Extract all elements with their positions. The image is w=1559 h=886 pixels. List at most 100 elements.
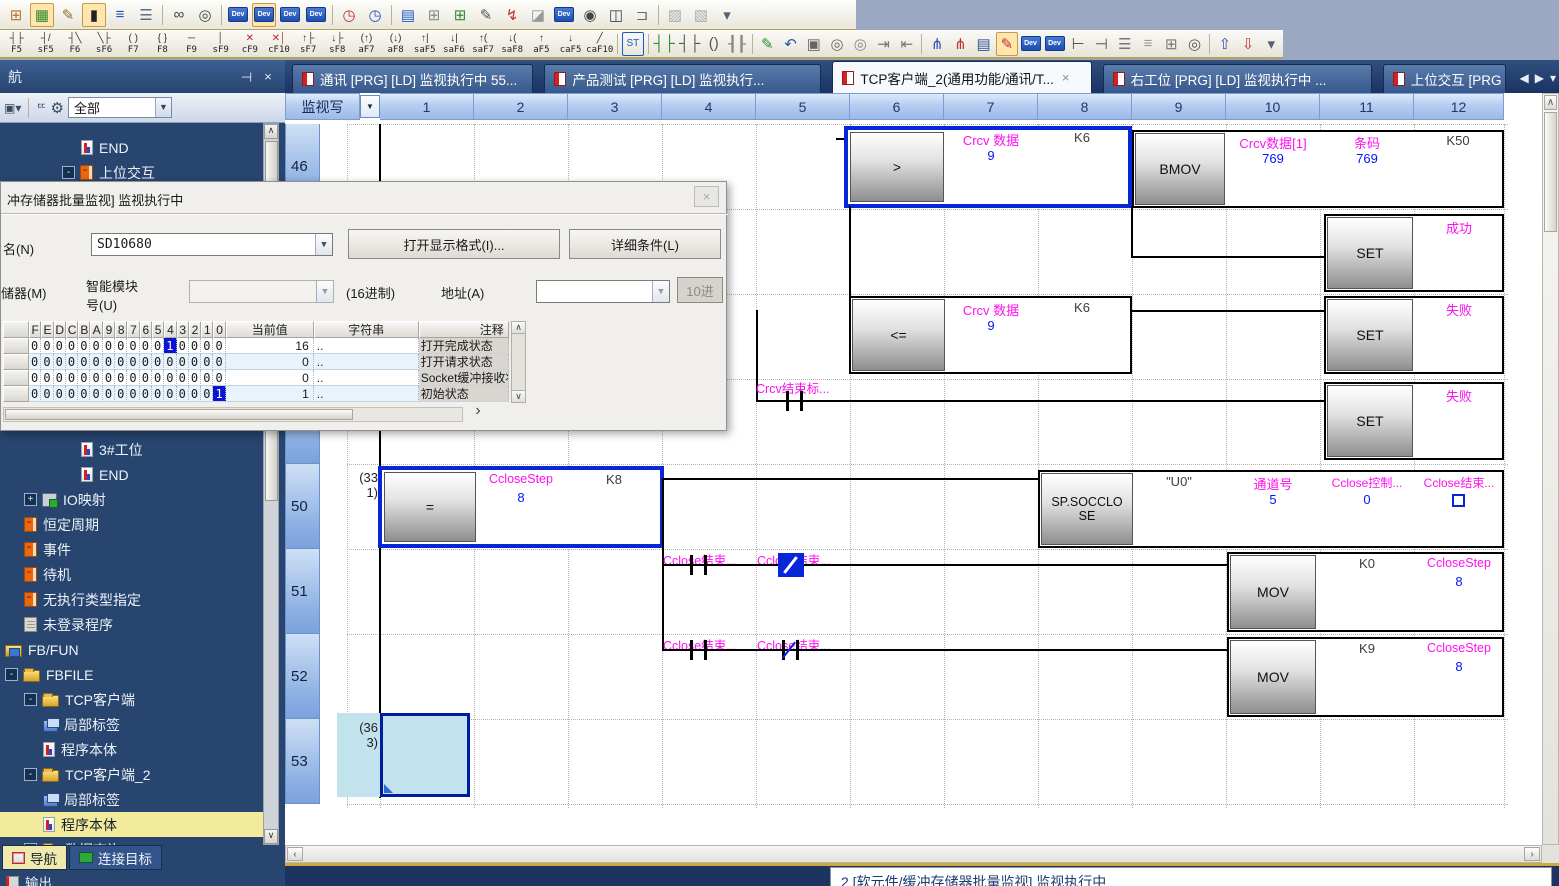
print-wire-icon[interactable]: ┤├ [678, 32, 701, 56]
simulation-icon[interactable]: ⊐ [630, 3, 654, 27]
intelligent-module-icon[interactable]: ▮ [82, 3, 106, 27]
ladder-tool-caF10[interactable]: ╱caF10 [586, 31, 613, 57]
chevron-down-icon[interactable]: ▼ [315, 234, 332, 255]
document-tab-4[interactable]: 右工位 [PRG] [LD] 监视执行中 ... [1103, 64, 1372, 93]
tree-item-待机[interactable]: 待机 [0, 562, 263, 587]
tree-item-数据查询[interactable]: +数据查询 [0, 837, 263, 845]
device-name-input[interactable]: SD10680 ▼ [91, 233, 333, 256]
cross-reference-icon[interactable]: ∞ [167, 3, 191, 27]
bit-row-1[interactable]: 000000000001000016..打开完成状态 [3, 338, 511, 354]
operand-label[interactable]: Cclose结束... [1414, 474, 1504, 491]
io-check-icon[interactable]: ↯ [500, 3, 524, 27]
detail-condition-button[interactable]: 详细条件(L) [569, 229, 721, 259]
device-transfer-icon[interactable]: Dev [1044, 32, 1066, 56]
contact-label[interactable]: Cclose结束... [663, 635, 755, 654]
monitor-mode-dropdown[interactable]: ▼ [360, 95, 380, 118]
overflow-chevron-icon[interactable]: ▾ [715, 3, 739, 27]
wiring-tree-icon[interactable]: ⋔ [926, 32, 947, 56]
address-input[interactable]: ▼ [536, 280, 670, 303]
copy-row-icon[interactable]: ▣ [803, 32, 824, 56]
inline-st-icon[interactable]: ST [622, 32, 643, 56]
document-tab-3[interactable]: TCP客户端_2(通用功能/通讯/T...× [832, 61, 1091, 93]
operand-const[interactable]: "U0" [1132, 474, 1226, 489]
collapse-icon[interactable]: - [62, 166, 75, 179]
operand-label[interactable]: CcloseStep [1414, 556, 1504, 570]
operand-label[interactable]: Crcv 数据 [944, 130, 1038, 149]
contact-label[interactable]: Crcv结束标... [756, 378, 856, 397]
contact-symbol[interactable] [690, 555, 693, 575]
ladder-tool-saF5[interactable]: ↑|saF5 [411, 31, 438, 57]
contact-label[interactable]: Cclose结束... [757, 635, 849, 654]
collapse-icon[interactable]: - [24, 693, 37, 706]
operand-label[interactable]: 成功 [1416, 218, 1502, 237]
energized-closed-contact[interactable] [778, 553, 804, 577]
close-tab-icon[interactable]: × [1062, 70, 1070, 85]
tree-item-程序本体[interactable]: 程序本体 [0, 812, 263, 837]
monitor-page-icon[interactable]: ▤ [973, 32, 994, 56]
tree-item-TCP客户端_2[interactable]: -TCP客户端_2 [0, 762, 263, 787]
device-monitor-icon[interactable]: Dev [252, 3, 276, 27]
device-write-icon[interactable]: Dev [226, 3, 250, 27]
vertical-scrollbar[interactable]: ∧ [1542, 93, 1559, 845]
indent-add-icon[interactable]: ⊢ [1068, 32, 1089, 56]
device-upload-icon[interactable]: ⇧ [1214, 32, 1235, 56]
mov-block[interactable]: MOV [1230, 640, 1316, 714]
pin-icon[interactable]: ⊤ [238, 68, 254, 86]
tree-item-局部标签[interactable]: 局部标签 [0, 712, 263, 737]
chevron-down-icon[interactable]: ▼ [155, 98, 171, 117]
operand-const[interactable]: K50 [1414, 133, 1502, 148]
search-grid-icon[interactable]: ◎ [1184, 32, 1205, 56]
tab-connection-target[interactable]: 连接目标 [69, 845, 162, 870]
expand-right-icon[interactable]: › [467, 402, 489, 424]
operand-label[interactable]: 失败 [1416, 386, 1502, 405]
indent-remove-icon[interactable]: ⊣ [1091, 32, 1112, 56]
tab-more-icon[interactable]: ▾ [1550, 71, 1556, 85]
set-block[interactable]: SET [1327, 385, 1413, 457]
ladder-tool-sF5[interactable]: ┤/sF5 [32, 31, 59, 57]
device-buffer-icon[interactable]: Dev [304, 3, 328, 27]
bit-row-4[interactable]: 00000000000000011..初始状态 [3, 386, 511, 402]
dialog-vertical-scrollbar[interactable]: ∧ ∨ [511, 321, 526, 403]
device-memory-edit-icon[interactable]: ⊞ [448, 3, 472, 27]
print-icon[interactable]: ▨ [663, 3, 687, 27]
decimal-button[interactable]: 10进 [677, 277, 723, 303]
operand-const[interactable]: K0 [1320, 556, 1414, 571]
output-panel-label[interactable]: 输出 [6, 872, 52, 886]
operand-label[interactable]: 通道号 [1226, 474, 1320, 493]
contact-symbol[interactable] [786, 391, 789, 411]
ladder-tool-saF7[interactable]: ↑(saF7 [470, 31, 497, 57]
document-tab-1[interactable]: 通讯 [PRG] [LD] 监视执行中 55... [292, 64, 533, 93]
watch-window-icon[interactable]: ▤ [396, 3, 420, 27]
contact-label[interactable]: Cclose结束... [663, 550, 755, 569]
horizontal-scrollbar[interactable]: ‹ › [285, 845, 1542, 863]
note-icon[interactable]: ≡ [1137, 32, 1158, 56]
edit-cursor-cell[interactable] [380, 713, 470, 797]
collapse-all-icon[interactable]: ᄄ [36, 100, 46, 116]
rung-number-53[interactable]: 53 [285, 719, 320, 804]
scroll-up-icon[interactable]: ∧ [512, 322, 525, 334]
operand-label[interactable]: CcloseStep [474, 472, 568, 486]
list-view-icon[interactable]: ⊞ [1161, 32, 1182, 56]
find-device-icon[interactable]: ◎ [826, 32, 847, 56]
wiring-tree-edit-icon[interactable]: ⋔ [950, 32, 971, 56]
window-search-icon[interactable]: ◫ [604, 3, 628, 27]
program-list-icon[interactable]: ≡ [108, 3, 132, 27]
sampling-trace-icon[interactable]: ◷ [337, 3, 361, 27]
device-download-icon[interactable]: ⇩ [1237, 32, 1258, 56]
close-icon[interactable]: × [694, 186, 719, 207]
expand-icon[interactable]: + [24, 493, 37, 506]
operand-const[interactable]: K6 [1038, 300, 1126, 315]
fb-edit-icon[interactable]: ✎ [56, 3, 80, 27]
ladder-tool-sF7[interactable]: ↑├sF7 [295, 31, 322, 57]
bmov-block[interactable]: BMOV [1135, 133, 1225, 205]
tree-item-事件[interactable]: 事件 [0, 537, 263, 562]
module-search-icon[interactable]: ◉ [578, 3, 602, 27]
scroll-left-icon[interactable]: ‹ [287, 847, 303, 861]
eq-operator[interactable]: = [384, 472, 476, 542]
rung-number-51[interactable]: 51 [285, 549, 320, 634]
tree-item-程序本体[interactable]: 程序本体 [0, 737, 263, 762]
jump-next-icon[interactable]: ⇥ [873, 32, 894, 56]
tree-item-3#工位[interactable]: 3#工位 [0, 437, 263, 462]
ladder-tool-saF6[interactable]: ↓|saF6 [440, 31, 467, 57]
project-config-icon[interactable]: ⊞ [4, 3, 28, 27]
